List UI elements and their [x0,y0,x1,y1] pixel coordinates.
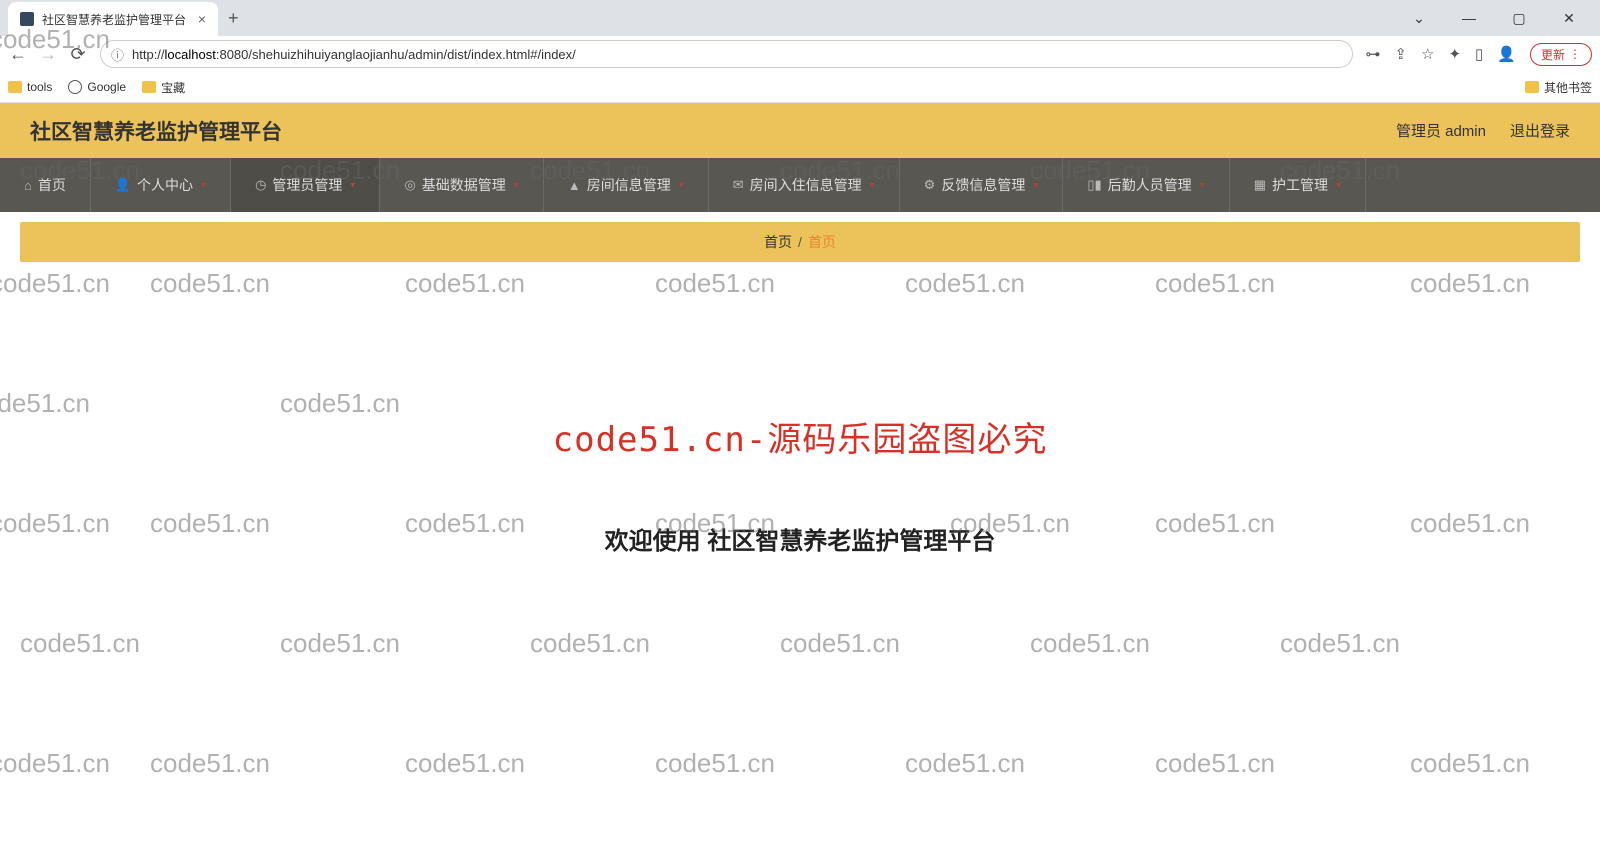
chevron-down-icon: ▾ [1200,180,1205,191]
folder-icon [8,81,22,93]
nav-menu: ⌂ 首页 👤 个人中心 ▾ ◷ 管理员管理 ▾ ◎ 基础数据管理 ▾ ▲ 房间信… [0,158,1600,212]
update-button[interactable]: 更新 ⋮ [1530,43,1592,66]
nav-admin-management[interactable]: ◷ 管理员管理 ▾ [231,158,380,212]
mail-icon: ✉ [733,177,744,193]
header-right: 管理员 admin 退出登录 [1396,120,1570,141]
chevron-down-icon[interactable]: ⌄ [1404,10,1434,27]
nav-room-info[interactable]: ▲ 房间信息管理 ▾ [544,158,709,212]
close-icon[interactable]: ✕ [1554,10,1584,27]
bg-watermark: code51.cn [530,628,650,659]
star-icon[interactable]: ☆ [1421,45,1434,63]
bookmark-google[interactable]: Google [68,80,126,94]
target-icon: ◎ [404,177,415,193]
bg-watermark: code51.cn [150,748,270,779]
bg-watermark: code51.cn [1030,628,1150,659]
chart-icon: ▯▮ [1087,177,1101,193]
extension-icon[interactable]: ✦ [1448,45,1461,63]
addr-right: ⊶ ⇪ ☆ ✦ ▯ 👤 更新 ⋮ [1365,43,1592,66]
chevron-down-icon: ▾ [1033,180,1038,191]
chevron-down-icon: ▾ [1336,180,1341,191]
nav-room-checkin[interactable]: ✉ 房间入住信息管理 ▾ [709,158,900,212]
breadcrumb: 首页 / 首页 [20,222,1580,262]
nav-buttons: ← → ⟳ [8,44,88,65]
window-controls: ⌄ — ▢ ✕ [1404,10,1600,27]
url-box[interactable]: ⓘ http://localhost:8080/shehuizhihuiyang… [100,40,1353,68]
bookmark-treasure[interactable]: 宝藏 [142,79,185,96]
bookmark-other[interactable]: 其他书签 [1525,79,1592,96]
user-icon: 👤 [115,177,131,193]
welcome-text: 欢迎使用 社区智慧养老监护管理平台 [20,521,1580,556]
bg-watermark: code51.cn [20,628,140,659]
address-bar: ← → ⟳ ⓘ http://localhost:8080/shehuizhih… [0,36,1600,72]
minimize-icon[interactable]: — [1454,10,1484,27]
folder-icon [142,81,156,93]
bookmark-tools[interactable]: tools [8,80,52,94]
bg-watermark: code51.cn [280,628,400,659]
bg-watermark: code51.cn [1155,748,1275,779]
profile-icon[interactable]: 👤 [1497,45,1516,63]
tab-close-icon[interactable]: × [198,11,206,27]
globe-icon [68,80,82,94]
bg-watermark: code51.cn [1410,748,1530,779]
user-label[interactable]: 管理员 admin [1396,120,1486,141]
browser-chrome: 社区智慧养老监护管理平台 × + ⌄ — ▢ ✕ ← → ⟳ ⓘ http://… [0,0,1600,103]
content: code51.cn-源码乐园盗图必究 欢迎使用 社区智慧养老监护管理平台 [0,272,1600,596]
nav-personal-center[interactable]: 👤 个人中心 ▾ [91,158,231,212]
home-icon: ⌂ [24,178,32,193]
watermark-notice: code51.cn-源码乐园盗图必究 [20,412,1580,461]
breadcrumb-root[interactable]: 首页 [764,232,792,252]
tab-title: 社区智慧养老监护管理平台 [42,11,186,28]
app-title: 社区智慧养老监护管理平台 [30,116,282,146]
chevron-down-icon: ▾ [350,180,355,191]
bg-watermark: code51.cn [905,748,1025,779]
new-tab-button[interactable]: + [218,8,249,29]
maximize-icon[interactable]: ▢ [1504,10,1534,27]
chevron-down-icon: ▾ [514,180,519,191]
back-button[interactable]: ← [8,44,28,65]
tab-bar: 社区智慧养老监护管理平台 × + ⌄ — ▢ ✕ [0,0,1600,36]
bg-watermark: code51.cn [1280,628,1400,659]
url-text: http://localhost:8080/shehuizhihuiyangla… [132,47,576,62]
browser-tab[interactable]: 社区智慧养老监护管理平台 × [8,2,218,36]
menu-dots-icon: ⋮ [1569,47,1581,61]
nav-home[interactable]: ⌂ 首页 [0,158,91,212]
breadcrumb-sep: / [798,234,802,250]
bg-watermark: code51.cn [780,628,900,659]
bg-watermark: code51.cn [655,748,775,779]
reload-button[interactable]: ⟳ [68,44,88,65]
clock-icon: ◷ [255,177,266,193]
nav-basic-data[interactable]: ◎ 基础数据管理 ▾ [380,158,543,212]
share-icon[interactable]: ⇪ [1394,45,1407,63]
nav-logistics[interactable]: ▯▮ 后勤人员管理 ▾ [1063,158,1229,212]
forward-button[interactable]: → [38,44,58,65]
bookmarks-bar: tools Google 宝藏 其他书签 [0,72,1600,102]
info-icon[interactable]: ⓘ [111,45,124,64]
app-header: 社区智慧养老监护管理平台 管理员 admin 退出登录 [0,103,1600,158]
key-icon[interactable]: ⊶ [1365,45,1380,63]
person-icon: ▲ [568,178,581,193]
calendar-icon: ▦ [1254,177,1266,193]
reader-icon[interactable]: ▯ [1475,45,1483,63]
gear-icon: ⚙ [924,177,936,193]
bg-watermark: code51.cn [0,748,110,779]
breadcrumb-wrap: 首页 / 首页 [0,212,1600,272]
vue-favicon [20,12,34,26]
bg-watermark: code51.cn [405,748,525,779]
chevron-down-icon: ▾ [870,180,875,191]
logout-button[interactable]: 退出登录 [1510,120,1570,141]
folder-icon [1525,81,1539,93]
breadcrumb-current: 首页 [808,232,836,252]
nav-feedback[interactable]: ⚙ 反馈信息管理 ▾ [900,158,1064,212]
nav-nurse[interactable]: ▦ 护工管理 ▾ [1230,158,1366,212]
chevron-down-icon: ▾ [679,180,684,191]
chevron-down-icon: ▾ [201,180,206,191]
